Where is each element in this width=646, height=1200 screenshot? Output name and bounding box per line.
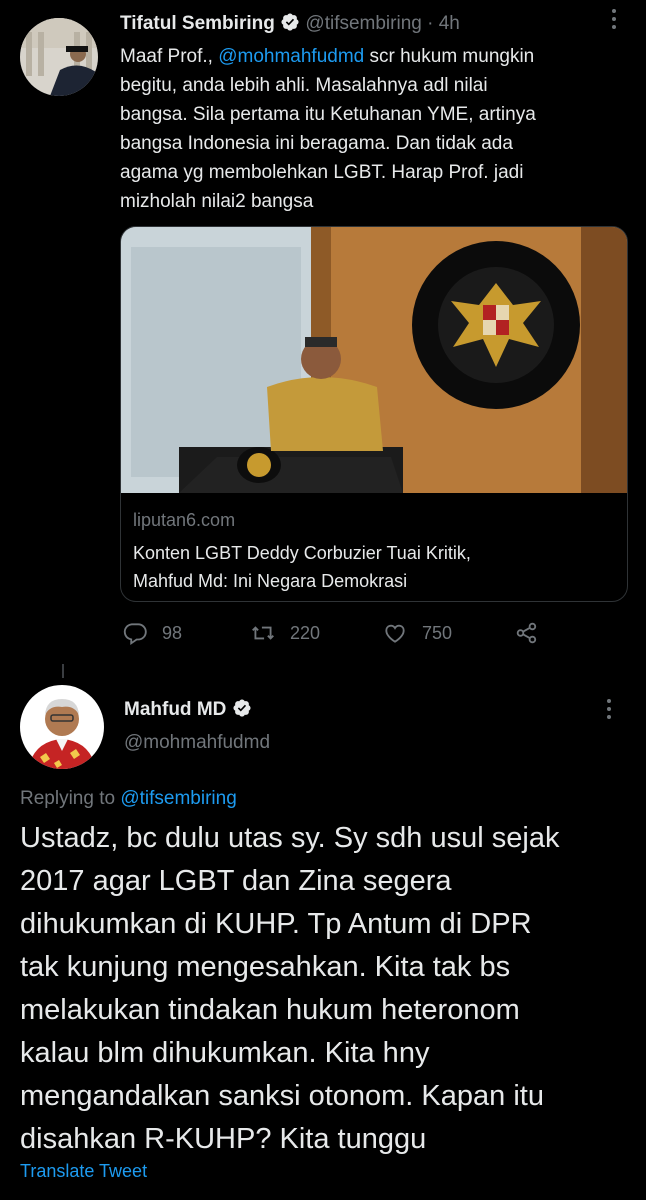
replying-to-link[interactable]: @tifsembiring — [120, 788, 236, 809]
more-icon[interactable] — [606, 698, 612, 725]
author-handle[interactable]: @tifsembiring — [305, 13, 421, 34]
like-icon — [385, 624, 405, 643]
verified-badge-icon — [280, 12, 300, 32]
share-button[interactable] — [514, 620, 554, 646]
tweet-2-text: Ustadz, bc dulu utas sy. Sy sdh usul sej… — [20, 817, 632, 1161]
retweet-button[interactable]: 220 — [250, 620, 320, 646]
author-name[interactable]: Mahfud MD — [124, 699, 226, 720]
text-prefix: Maaf Prof., — [120, 46, 219, 67]
author-name[interactable]: Tifatul Sembiring — [120, 13, 275, 34]
text-line: bangsa. Sila pertama itu Ketuhanan YME, … — [120, 104, 536, 125]
like-button[interactable]: 750 — [382, 620, 452, 646]
card-title-line: Mahfud Md: Ini Negara Demokrasi — [133, 571, 408, 591]
tweet-1-header: Tifatul Sembiring @tifsembiring · 4h — [120, 12, 460, 35]
text-line: begitu, anda lebih ahli. Masalahnya adl … — [120, 75, 488, 96]
reply-button[interactable]: 98 — [122, 620, 182, 646]
card-domain: liputan6.com — [133, 510, 236, 530]
reply-count: 98 — [162, 622, 183, 643]
text-line: melakukan tindakan hukum heteronom — [20, 994, 520, 1026]
like-count: 750 — [422, 622, 453, 643]
retweet-count: 220 — [290, 622, 321, 643]
thread-line — [62, 664, 64, 678]
text-line: kalau blm dihukumkan. Kita hny — [20, 1037, 430, 1069]
tweet-1-text: Maaf Prof., @mohmahfudmd scr hukum mungk… — [120, 42, 630, 216]
text-line: 2017 agar LGBT dan Zina segera — [20, 865, 452, 897]
reply-icon — [123, 623, 147, 646]
card-title-line: Konten LGBT Deddy Corbuzier Tuai Kritik, — [133, 543, 471, 563]
avatar-mahfud[interactable] — [20, 685, 104, 769]
text-line: bangsa Indonesia ini beragama. Dan tidak… — [120, 133, 513, 154]
card-image — [121, 227, 627, 493]
verified-badge-icon — [232, 698, 252, 718]
author-handle[interactable]: @mohmahfudmd — [124, 732, 270, 754]
link-card[interactable]: liputan6.com Konten LGBT Deddy Corbuzier… — [120, 226, 628, 602]
tweet-1-line-1: Maaf Prof., @mohmahfudmd scr hukum mungk… — [120, 42, 630, 71]
text-line: dihukumkan di KUHP. Tp Antum di DPR — [20, 908, 532, 940]
text-line: agama yg membolehkan LGBT. Harap Prof. j… — [120, 162, 524, 183]
tweet-time[interactable]: 4h — [439, 13, 460, 34]
more-icon[interactable] — [604, 8, 624, 30]
text-line: mizholah nilai2 bangsa — [120, 191, 314, 212]
text-line: Ustadz, bc dulu utas sy. Sy sdh usul sej… — [20, 822, 560, 854]
text-line: scr hukum mungkin — [364, 46, 535, 67]
replying-to: Replying to @tifsembiring — [20, 788, 237, 810]
translate-tweet-link[interactable]: Translate Tweet — [20, 1161, 147, 1182]
dot-separator: · — [427, 13, 434, 34]
text-line: tak kunjung mengesahkan. Kita tak bs — [20, 951, 511, 983]
text-line: mengandalkan sanksi otonom. Kapan itu — [20, 1080, 544, 1112]
replying-label: Replying to — [20, 788, 121, 809]
avatar-tifatul[interactable] — [20, 18, 98, 96]
tweet-2-header: Mahfud MD — [124, 698, 252, 721]
card-title: Konten LGBT Deddy Corbuzier Tuai Kritik,… — [133, 539, 471, 595]
retweet-icon — [252, 626, 274, 640]
mention-link[interactable]: @mohmahfudmd — [218, 46, 364, 67]
share-icon — [516, 622, 537, 644]
text-line: disahkan R-KUHP? Kita tunggu — [20, 1123, 427, 1155]
